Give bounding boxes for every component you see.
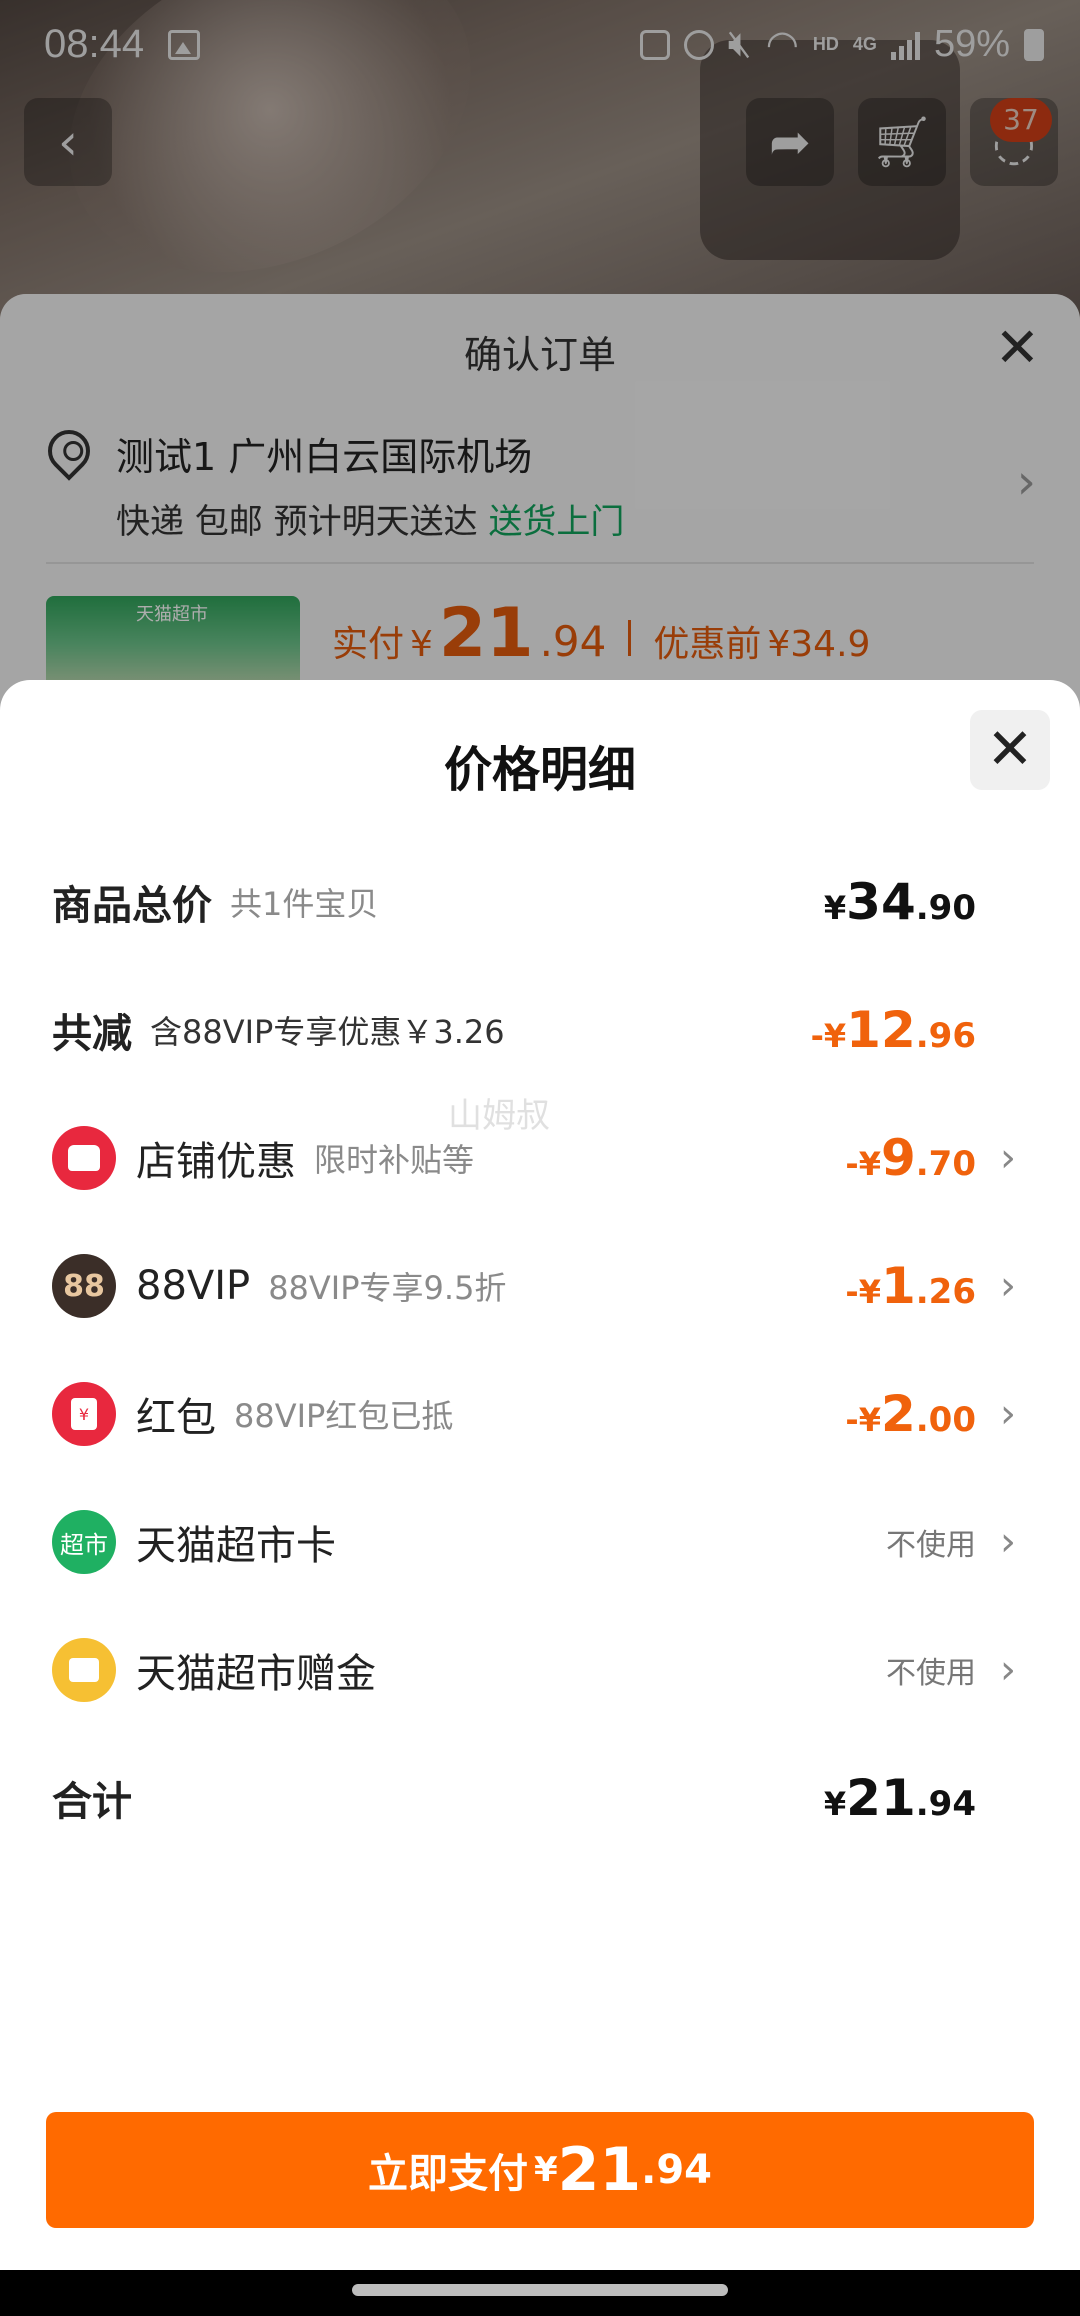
total-amount: ¥ 21 .94 xyxy=(824,1769,976,1827)
page-title: 价格明细 xyxy=(443,742,636,798)
row-label: 店铺优惠 xyxy=(136,1139,296,1185)
row-label: 天猫超市赠金 xyxy=(136,1651,376,1697)
row-status: 不使用 xyxy=(886,1528,976,1563)
close-icon: ✕ xyxy=(986,717,1034,782)
row-amount: -¥ 2 .00 xyxy=(845,1385,976,1443)
row-amount: -¥ 12 .96 xyxy=(811,1001,976,1059)
pay-dec: .94 xyxy=(641,2147,713,2193)
market-card-icon: 超市 xyxy=(52,1510,116,1574)
pay-int: 21 xyxy=(557,2135,642,2205)
close-button[interactable]: ✕ xyxy=(970,710,1050,790)
chevron-right-icon: › xyxy=(1000,1135,1016,1181)
amount-dec: .90 xyxy=(915,888,976,928)
amount-dec: .94 xyxy=(915,1784,976,1824)
amount-int: 12 xyxy=(846,1001,916,1059)
goods-total-row: 商品总价 共1件宝贝 ¥ 34 .90 xyxy=(52,862,1016,942)
amount-symbol: -¥ xyxy=(845,1273,881,1311)
store-discount-row[interactable]: 店铺优惠 限时补贴等 -¥ 9 .70 › xyxy=(52,1118,1016,1198)
row-amount: -¥ 1 .26 xyxy=(845,1257,976,1315)
row-sub: 共1件宝贝 xyxy=(230,885,379,923)
chevron-right-icon: › xyxy=(1000,1519,1016,1565)
row-sub: 限时补贴等 xyxy=(314,1141,475,1179)
pay-now-button[interactable]: 立即支付 ¥ 21 .94 xyxy=(46,2112,1034,2228)
system-nav-bar xyxy=(0,2270,1080,2316)
home-gesture-handle[interactable] xyxy=(352,2284,728,2296)
row-sub: 88VIP专享9.5折 xyxy=(268,1269,507,1307)
amount-int: 9 xyxy=(880,1129,916,1187)
total-label: 合计 xyxy=(52,1779,132,1825)
row-status: 不使用 xyxy=(886,1656,976,1691)
amount-int: 1 xyxy=(880,1257,916,1315)
amount-symbol: -¥ xyxy=(845,1145,881,1183)
red-packet-icon: ¥ xyxy=(52,1382,116,1446)
chevron-right-icon: › xyxy=(1000,1647,1016,1693)
total-discount-row: 共减 含88VIP专享优惠￥3.26 -¥ 12 .96 xyxy=(52,990,1016,1070)
pay-label: 立即支付 xyxy=(367,2151,528,2197)
amount-int: 21 xyxy=(846,1769,916,1827)
row-sub: 88VIP红包已抵 xyxy=(234,1397,454,1435)
amount-dec: .00 xyxy=(915,1400,976,1440)
row-amount: -¥ 9 .70 xyxy=(845,1129,976,1187)
amount-symbol: -¥ xyxy=(810,1017,847,1055)
total-row: 合计 ¥ 21 .94 xyxy=(52,1758,1016,1838)
amount-symbol: ¥ xyxy=(823,889,847,927)
amount-int: 34 xyxy=(846,873,916,931)
row-label: 红包 xyxy=(136,1395,216,1441)
row-label: 天猫超市卡 xyxy=(136,1523,336,1569)
row-sub: 含88VIP专享优惠￥3.26 xyxy=(150,1013,505,1051)
price-detail-sheet: 价格明细 ✕ 山姆叔 商品总价 共1件宝贝 ¥ 34 .90 共减 含88VIP… xyxy=(0,680,1080,2316)
row-label: 共减 xyxy=(52,1011,132,1057)
row-label: 88VIP xyxy=(136,1263,251,1309)
amount-dec: .26 xyxy=(915,1272,976,1312)
gift-money-row[interactable]: 天猫超市赠金 不使用 › xyxy=(52,1630,1016,1710)
amount-int: 2 xyxy=(880,1385,916,1443)
pay-symbol: ¥ xyxy=(533,2150,558,2190)
red-packet-row[interactable]: ¥ 红包 88VIP红包已抵 -¥ 2 .00 › xyxy=(52,1374,1016,1454)
amount-dec: .96 xyxy=(915,1016,976,1056)
store-icon xyxy=(52,1126,116,1190)
row-label: 商品总价 xyxy=(52,883,212,929)
amount-dec: .70 xyxy=(915,1144,976,1184)
row-amount: ¥ 34 .90 xyxy=(824,873,976,931)
vip-discount-row[interactable]: 88 88VIP 88VIP专享9.5折 -¥ 1 .26 › xyxy=(52,1246,1016,1326)
chevron-right-icon: › xyxy=(1000,1263,1016,1309)
amount-symbol: -¥ xyxy=(845,1401,881,1439)
chevron-right-icon: › xyxy=(1000,1391,1016,1437)
vip-icon: 88 xyxy=(52,1254,116,1318)
market-card-row[interactable]: 超市 天猫超市卡 不使用 › xyxy=(52,1502,1016,1582)
amount-symbol: ¥ xyxy=(823,1785,847,1823)
gift-money-icon xyxy=(52,1638,116,1702)
